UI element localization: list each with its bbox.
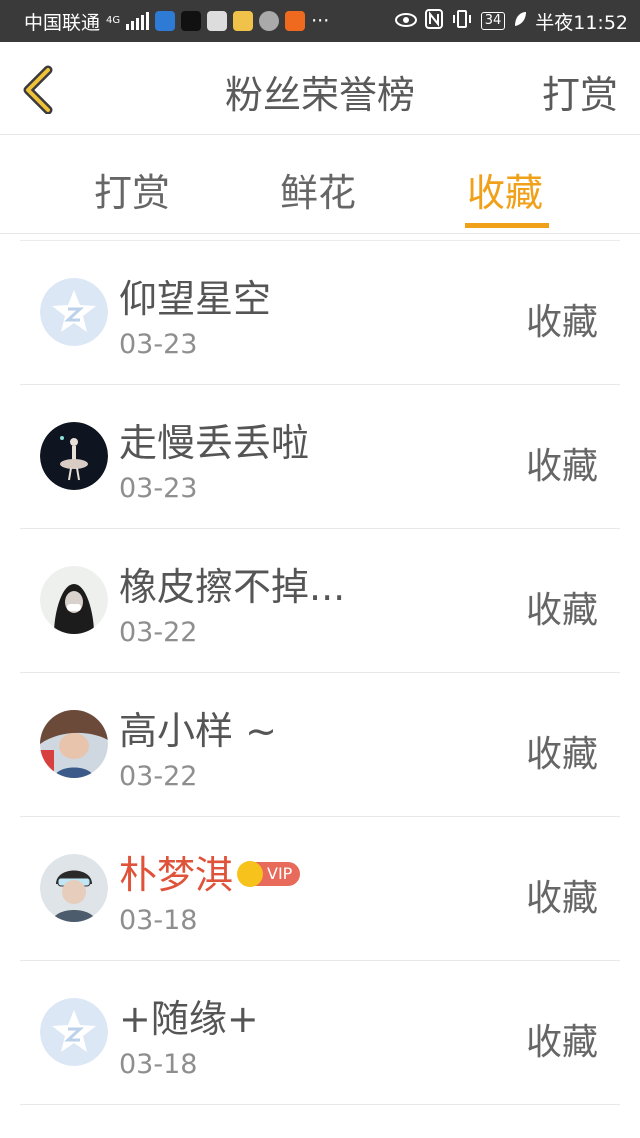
fan-name: 走慢丢丢啦	[119, 421, 310, 465]
action-label: 收藏	[525, 446, 598, 487]
header-bar: 粉丝荣誉榜 打赏	[0, 42, 640, 135]
vibrate-icon	[451, 9, 473, 34]
network-type-label: 4G	[106, 15, 121, 26]
fan-name: 高小样 ~	[119, 709, 277, 753]
signal-icon	[126, 12, 150, 30]
mail-app-icon	[233, 11, 254, 31]
more-notifications-icon: ···	[311, 10, 330, 32]
photo-avatar-icon	[40, 710, 108, 778]
list-item[interactable]: 走慢丢丢啦 03-23 收藏	[0, 385, 640, 529]
avatar[interactable]	[40, 566, 108, 634]
nfc-icon	[424, 8, 443, 34]
list-item[interactable]: 朴梦淇 VIP 03-18 收藏	[0, 817, 640, 961]
fan-date: 03-23	[119, 473, 198, 504]
default-star-avatar-icon	[40, 278, 108, 346]
default-star-avatar-icon	[40, 998, 108, 1066]
tiktok-app-icon	[181, 11, 202, 31]
avatar[interactable]	[40, 998, 108, 1066]
avatar[interactable]	[40, 422, 108, 490]
fan-date: 03-18	[119, 1049, 198, 1080]
fan-date: 03-22	[119, 761, 198, 792]
battery-icon: 34	[480, 12, 506, 30]
avatar[interactable]	[40, 278, 108, 346]
clock-label: 半夜11:52	[535, 11, 628, 34]
shield-app-icon	[155, 11, 176, 31]
fan-list: 仰望星空 03-23 收藏 走慢丢丢啦 03-23 收藏 橡皮擦不掉... 03…	[0, 241, 640, 1105]
photo-avatar-icon	[40, 854, 108, 922]
eye-icon	[394, 10, 417, 32]
fan-name-text: 朴梦淇	[119, 853, 234, 897]
tab-favorites[interactable]: 收藏	[467, 162, 543, 217]
divider	[20, 1104, 620, 1105]
action-label: 收藏	[525, 590, 598, 631]
reader-app-icon	[285, 11, 306, 31]
fan-name: 仰望星空	[119, 277, 272, 321]
action-label: 收藏	[525, 734, 598, 775]
ballerina-avatar-icon	[40, 422, 108, 490]
avatar[interactable]	[40, 854, 108, 922]
tab-flowers[interactable]: 鲜花	[280, 162, 356, 217]
list-item[interactable]: 橡皮擦不掉... 03-22 收藏	[0, 529, 640, 673]
status-bar: 中国联通 4G ··· 34 半夜11:52	[0, 0, 640, 42]
list-item[interactable]: +随缘+ 03-18 收藏	[0, 961, 640, 1105]
action-label: 收藏	[525, 302, 598, 343]
action-label: 收藏	[525, 878, 598, 919]
fan-date: 03-22	[119, 617, 198, 648]
penguin-app-icon	[259, 11, 280, 31]
list-item[interactable]: 仰望星空 03-23 收藏	[0, 241, 640, 385]
list-item[interactable]: 高小样 ~ 03-22 收藏	[0, 673, 640, 817]
fan-date: 03-18	[119, 905, 198, 936]
reward-button[interactable]: 打赏	[542, 64, 618, 119]
fan-name: 橡皮擦不掉...	[119, 565, 346, 609]
tab-bar: 打赏 鲜花 收藏	[0, 135, 640, 234]
fan-date: 03-23	[119, 329, 198, 360]
vip-badge: VIP	[237, 860, 301, 887]
active-tab-indicator	[465, 223, 549, 228]
tab-reward[interactable]: 打赏	[94, 162, 170, 217]
leaf-icon	[513, 10, 527, 33]
fan-name: +随缘+	[119, 997, 259, 1041]
qr-app-icon	[207, 11, 228, 31]
hooded-girl-avatar-icon	[40, 566, 108, 634]
crown-icon	[237, 860, 264, 887]
avatar[interactable]	[40, 710, 108, 778]
carrier-label: 中国联通	[24, 11, 101, 34]
fan-name: 朴梦淇 VIP	[119, 844, 301, 899]
action-label: 收藏	[525, 1022, 598, 1063]
